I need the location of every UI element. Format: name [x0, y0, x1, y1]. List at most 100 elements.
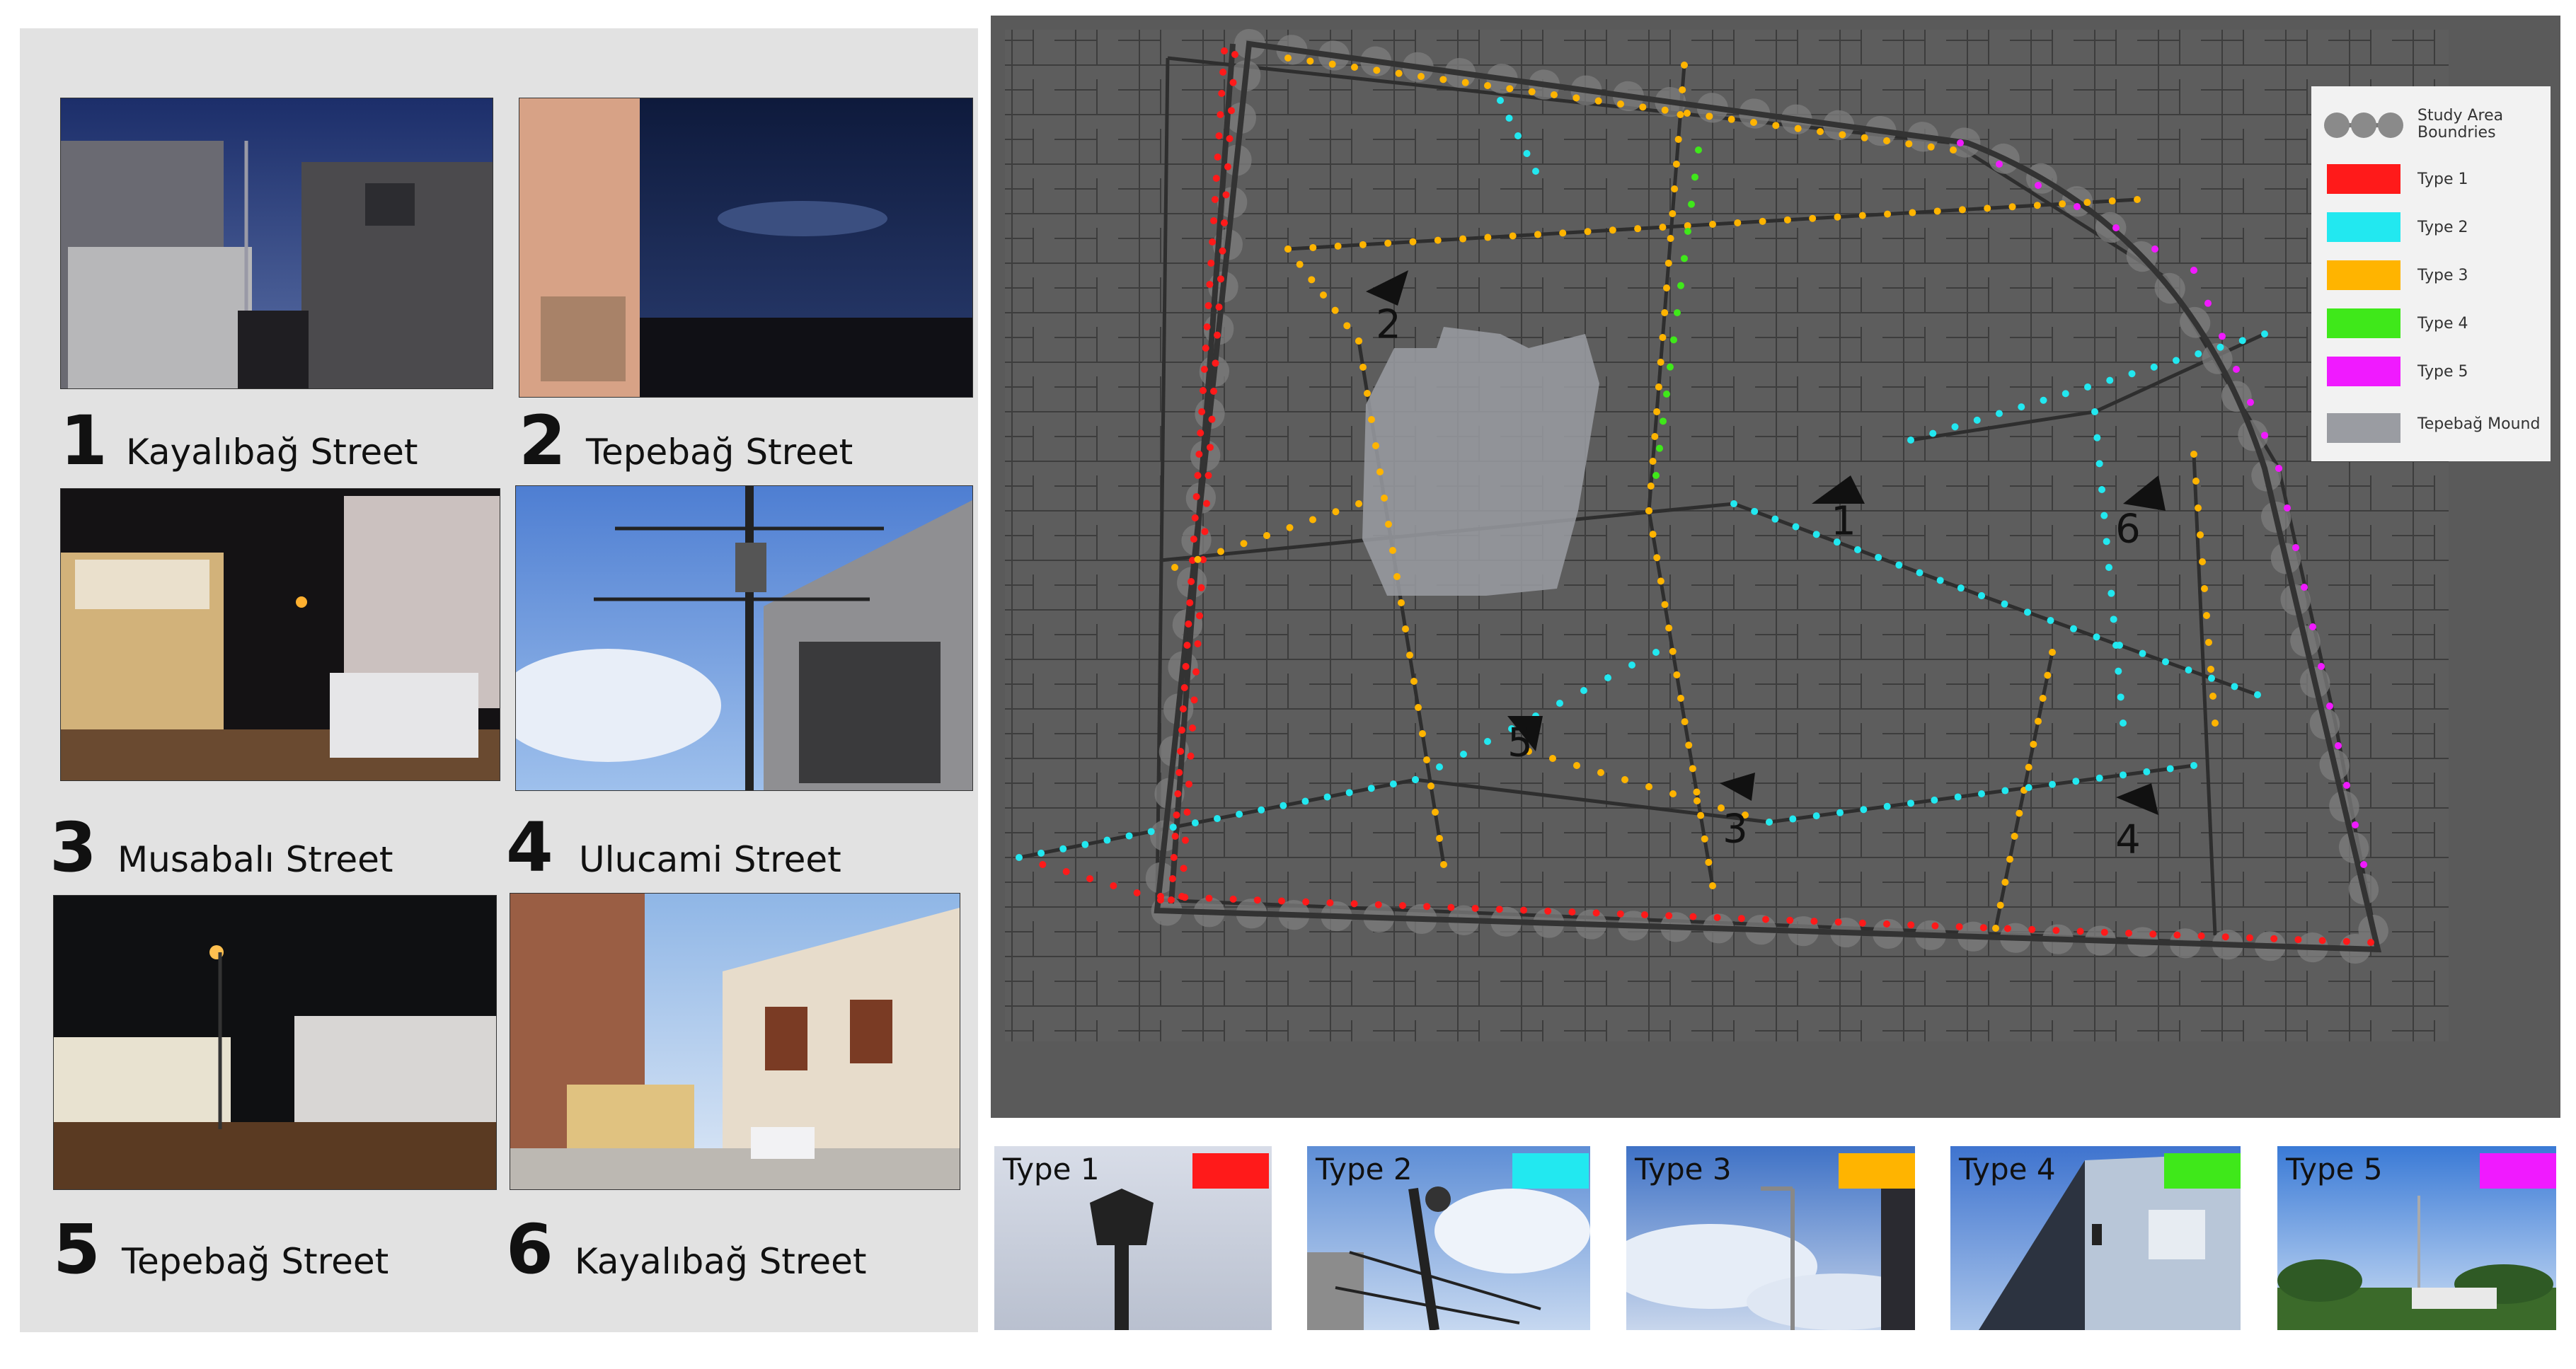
light-point — [1559, 229, 1567, 237]
light-point — [1691, 173, 1698, 181]
light-point — [1839, 131, 1846, 139]
light-point — [2072, 778, 2080, 785]
light-point — [1195, 451, 1203, 458]
light-point — [1907, 437, 1914, 444]
light-point — [1709, 221, 1716, 228]
light-point — [1693, 788, 1701, 796]
light-point — [1484, 82, 1491, 89]
light-point — [2112, 642, 2120, 649]
photo-5-number: 5 — [53, 1210, 100, 1289]
photo-3-caption: Musabalı Street — [117, 839, 393, 880]
light-point — [1081, 841, 1089, 848]
light-point — [1681, 718, 1689, 726]
light-point — [1210, 388, 1217, 395]
light-point — [2059, 200, 2066, 208]
light-point — [1376, 468, 1384, 475]
type-card-2-label: Type 2 — [1316, 1152, 1413, 1186]
light-point — [1214, 331, 1221, 339]
light-point — [2233, 366, 2240, 373]
light-point — [1652, 649, 1660, 656]
light-point — [1992, 925, 1999, 932]
light-point — [1573, 762, 1580, 769]
light-point — [2190, 762, 2197, 769]
light-point — [1709, 882, 1716, 889]
light-point — [1215, 132, 1223, 139]
light-point — [1183, 642, 1191, 649]
light-point — [2190, 451, 2197, 458]
light-point — [1423, 903, 1431, 911]
light-point — [1208, 415, 1216, 423]
light-point — [2117, 693, 2124, 701]
light-point — [1351, 64, 1358, 71]
light-point — [2201, 585, 2208, 592]
light-point — [1661, 106, 1669, 114]
legend-type-4-swatch — [2327, 308, 2400, 338]
light-point — [1665, 912, 1673, 920]
photo-4-caption: Ulucami Street — [579, 839, 841, 880]
light-point — [1653, 408, 1661, 415]
light-point — [1657, 359, 1664, 366]
legend-type-1: Type 1 — [2311, 164, 2551, 200]
light-point — [1188, 578, 1195, 585]
light-point — [1592, 909, 1600, 917]
light-point — [1641, 911, 1648, 918]
light-point — [1684, 228, 1691, 235]
viewpoint-label-1: 1 — [1831, 498, 1856, 545]
light-point — [1653, 554, 1661, 562]
light-point — [1280, 802, 1287, 809]
type-card-3: Type 3 — [1626, 1146, 1915, 1330]
photo-3-musabali-street — [60, 488, 500, 781]
light-point — [1385, 521, 1392, 528]
light-point — [2083, 199, 2091, 207]
light-point — [1214, 154, 1221, 161]
type-card-1: Type 1 — [994, 1146, 1272, 1330]
light-point — [1157, 896, 1164, 903]
light-point — [2033, 202, 2041, 209]
light-point — [1204, 302, 1212, 309]
light-point — [1713, 913, 1721, 921]
light-point — [1660, 417, 1667, 425]
boundary-symbol — [2324, 112, 2403, 138]
legend-mound-label: Tepebağ Mound — [2417, 415, 2541, 433]
light-point — [1771, 515, 1779, 523]
light-point — [1667, 363, 1674, 371]
light-point — [1125, 832, 1133, 840]
light-point — [2318, 663, 2325, 670]
light-point — [1677, 695, 1684, 702]
light-point — [1309, 516, 1316, 524]
light-point — [1617, 100, 1624, 108]
viewpoint-label-5: 5 — [1507, 720, 1533, 766]
light-point — [1697, 811, 1705, 819]
light-point — [2173, 931, 2181, 939]
light-point — [1580, 687, 1587, 694]
light-point — [1168, 896, 1175, 903]
light-point — [1677, 111, 1684, 118]
light-point — [2001, 600, 2008, 608]
legend-type-1-label: Type 1 — [2417, 171, 2468, 188]
light-point — [2212, 720, 2219, 727]
legend-type-5-swatch — [2327, 357, 2400, 386]
light-point — [1661, 309, 1669, 316]
light-point — [1677, 282, 1684, 289]
light-point — [2254, 691, 2261, 698]
light-point — [1432, 809, 1439, 816]
light-point — [2008, 203, 2016, 211]
light-point — [1231, 51, 1238, 58]
light-point — [1905, 140, 1913, 148]
light-point — [2367, 939, 2374, 946]
light-point — [1950, 146, 1957, 154]
light-point — [1628, 662, 1635, 669]
light-point — [1355, 500, 1362, 507]
light-point — [1202, 345, 1209, 352]
light-point — [1399, 902, 1406, 909]
light-point — [1197, 429, 1204, 437]
light-point — [1343, 322, 1351, 330]
light-point — [1669, 790, 1677, 797]
light-point — [2052, 927, 2060, 935]
light-point — [1936, 577, 1944, 584]
light-point — [1169, 824, 1177, 831]
light-point — [1929, 429, 1937, 437]
legend-type-4: Type 4 — [2311, 308, 2551, 344]
light-point — [1217, 111, 1224, 118]
light-point — [1171, 564, 1178, 571]
